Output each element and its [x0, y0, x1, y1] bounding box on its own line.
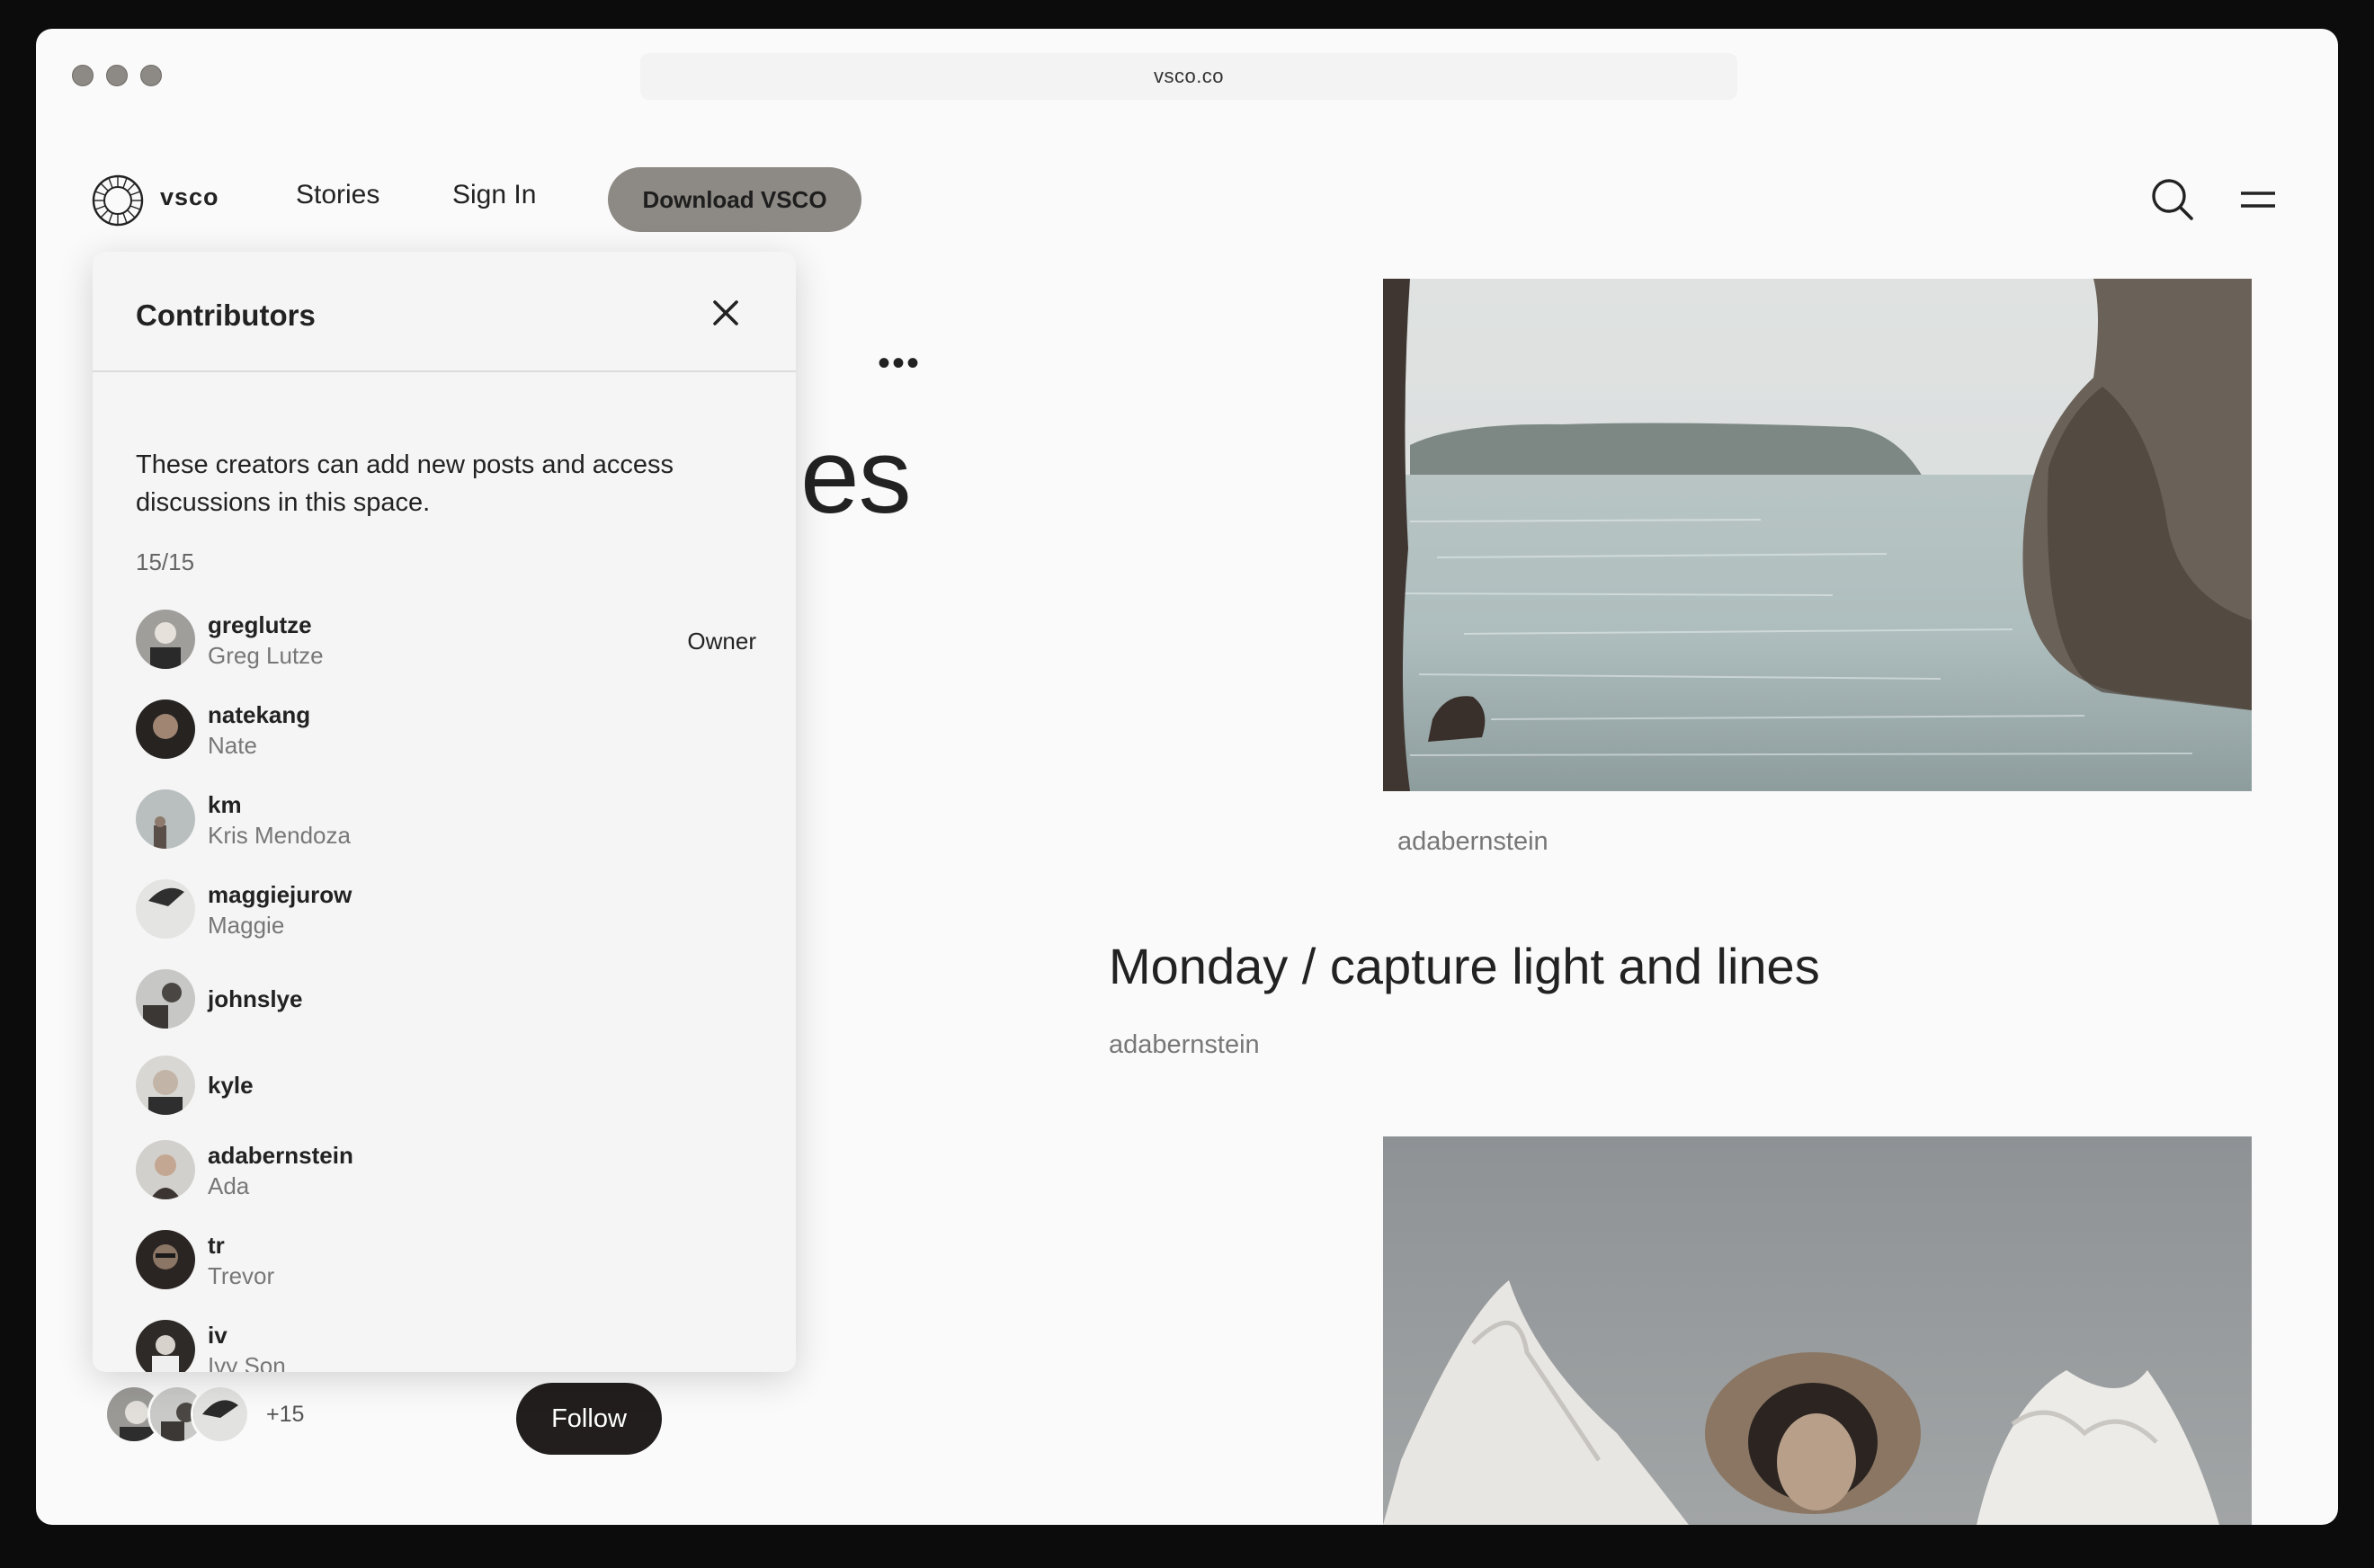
contributor-row[interactable]: greglutze Greg Lutze Owner: [136, 610, 756, 673]
contributor-username: iv: [208, 1322, 228, 1349]
post-image-woman-hat[interactable]: [1383, 1136, 2252, 1525]
contributor-username: greglutze: [208, 611, 312, 638]
contributor-username: km: [208, 791, 242, 818]
contributor-row[interactable]: adabernstein Ada: [136, 1140, 756, 1203]
nav-link-sign-in[interactable]: Sign In: [452, 180, 536, 210]
contributor-name: Kris Mendoza: [208, 822, 351, 849]
contributor-name: Trevor: [208, 1262, 275, 1289]
contributor-username: maggiejurow: [208, 881, 353, 908]
avatar: [136, 969, 195, 1029]
contributor-username: adabernstein: [208, 1142, 353, 1169]
contributor-username: natekang: [208, 701, 311, 728]
contributor-count: 15/15: [136, 548, 195, 575]
logo-wordmark[interactable]: vsco: [160, 183, 219, 211]
space-title: es: [800, 417, 912, 536]
contributor-username: kyle: [208, 1072, 254, 1099]
contributor-row[interactable]: maggiejurow Maggie: [136, 879, 756, 942]
post-image-sea-rocks[interactable]: [1383, 279, 2252, 791]
avatar: [136, 789, 195, 849]
avatar: [136, 879, 195, 939]
avatar: [136, 1320, 195, 1372]
contributor-row[interactable]: johnslye: [136, 969, 756, 1032]
more-contributors-count: +15: [266, 1402, 305, 1427]
contributor-row[interactable]: kyle: [136, 1056, 756, 1118]
post-author[interactable]: adabernstein: [1109, 1030, 1260, 1060]
zoom-window-button[interactable]: [140, 65, 162, 86]
contributors-panel: Contributors These creators can add new …: [93, 252, 796, 1372]
contributor-row[interactable]: natekang Nate: [136, 699, 756, 762]
panel-title: Contributors: [136, 298, 316, 332]
contributor-name: Ada: [208, 1172, 250, 1199]
vsco-logo-icon[interactable]: [92, 174, 144, 227]
panel-header: Contributors: [93, 252, 796, 372]
address-bar[interactable]: vsco.co: [640, 53, 1737, 100]
contributor-name: Maggie: [208, 912, 285, 939]
contributor-role: Owner: [687, 628, 756, 655]
contributor-name: Nate: [208, 732, 257, 759]
title-bar: vsco.co: [36, 29, 2338, 122]
post-title[interactable]: Monday / capture light and lines: [1109, 937, 1820, 995]
avatar: [136, 699, 195, 759]
contributor-row[interactable]: tr Trevor: [136, 1230, 756, 1293]
contributor-name: Greg Lutze: [208, 642, 324, 669]
post-credit[interactable]: adabernstein: [1397, 827, 1548, 857]
contributor-username: johnslye: [208, 985, 303, 1012]
avatar: [191, 1385, 250, 1444]
minimize-window-button[interactable]: [106, 65, 128, 86]
download-vsco-button[interactable]: Download VSCO: [608, 167, 861, 232]
contributor-avatar-stack[interactable]: +15: [104, 1385, 311, 1446]
contributor-name: Ivy Son: [208, 1352, 286, 1372]
contributor-row[interactable]: iv Ivy Son: [136, 1320, 756, 1372]
more-options-button[interactable]: •••: [878, 345, 921, 381]
follow-button[interactable]: Follow: [516, 1383, 662, 1455]
avatar: [136, 1056, 195, 1115]
avatar: [136, 1230, 195, 1289]
site-header: vsco Stories Sign In Download VSCO: [36, 164, 2338, 236]
contributor-row[interactable]: km Kris Mendoza: [136, 789, 756, 852]
contributor-username: tr: [208, 1232, 225, 1259]
search-icon[interactable]: [2149, 176, 2196, 223]
nav-link-stories[interactable]: Stories: [296, 180, 379, 210]
panel-description: These creators can add new posts and acc…: [136, 450, 674, 517]
avatar: [136, 1140, 195, 1199]
avatar: [136, 610, 195, 669]
browser-window: vsco.co vsco Stories Sign In Download VS…: [36, 29, 2338, 1525]
close-window-button[interactable]: [72, 65, 94, 86]
menu-icon[interactable]: [2236, 176, 2282, 223]
close-icon[interactable]: [708, 295, 744, 331]
